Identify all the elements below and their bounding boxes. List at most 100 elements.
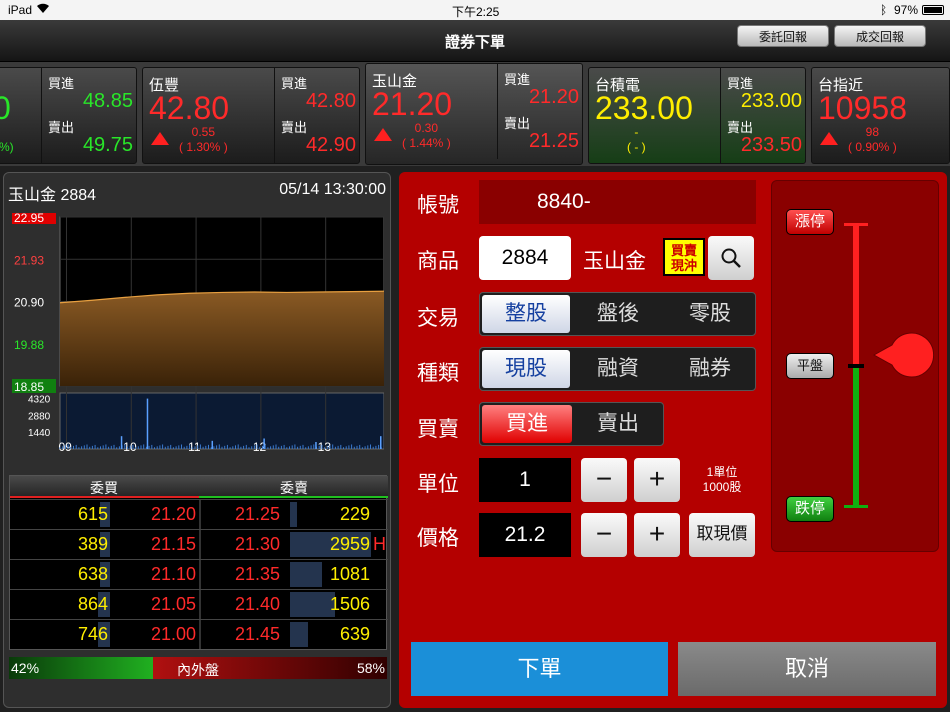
- daytrade-badge[interactable]: 買賣 現沖: [663, 238, 705, 276]
- limit-down-button[interactable]: 跌停: [786, 496, 834, 522]
- order-book-header: 委買 委賣: [10, 476, 388, 498]
- ticker-card-selected[interactable]: 玉山金 21.20 0.30( 1.44% ) 買進 21.20 賣出 21.2…: [365, 63, 583, 165]
- bid-price: 21.00: [150, 624, 196, 644]
- type-opt-margin[interactable]: 融資: [572, 348, 664, 390]
- trade-opt-afterhours[interactable]: 盤後: [572, 293, 664, 335]
- bid-price: 21.15: [150, 534, 196, 554]
- up-arrow-icon: [151, 132, 169, 145]
- unit-plus-button[interactable]: +: [634, 458, 680, 502]
- in-out-label: 內外盤: [177, 662, 219, 678]
- intraday-chart[interactable]: 22.9521.9320.9019.8818.8509 10 11 12 1343202…: [12, 213, 384, 453]
- order-book-row[interactable]: 615 21.20 21.25 229: [10, 499, 388, 529]
- ticker-price: 10958: [818, 90, 907, 126]
- ticker-price: 42.80: [149, 90, 230, 126]
- unit-minus-button[interactable]: −: [581, 458, 627, 502]
- bid-price: 21.05: [150, 594, 196, 614]
- sell-label: 賣出: [281, 120, 308, 135]
- ticker-price: 21.20: [372, 86, 453, 122]
- trade-label: 交易: [417, 307, 459, 330]
- sell-label: 賣出: [48, 120, 75, 135]
- high-marker: H: [373, 534, 386, 554]
- search-button[interactable]: [708, 236, 754, 280]
- clock: 下午2:25: [452, 5, 500, 19]
- quote-datetime: 05/14 13:30:00: [279, 181, 386, 198]
- side-segment[interactable]: 買進 賣出: [479, 402, 664, 446]
- unit-label: 單位: [417, 473, 459, 496]
- type-label: 種類: [417, 362, 459, 385]
- volume-tick-label: 4320: [28, 395, 51, 406]
- order-book-row[interactable]: 638 21.10 21.35 1081: [10, 559, 388, 589]
- order-book: 委買 委賣 615 21.20 21.25 229 389 21.15 21.30 2959 H…: [9, 475, 388, 650]
- ticker-strip[interactable]: 0 %) 買進 48.85 賣出 49.75 伍豐 42.80 0.55( 1.…: [0, 62, 950, 166]
- ask-qty: 1081: [329, 564, 370, 584]
- inner-pct: 42%: [11, 660, 40, 676]
- product-label: 商品: [417, 250, 459, 273]
- ticker-change: 98( 0.90% ): [848, 125, 897, 154]
- ask-qty: 229: [339, 504, 370, 524]
- product-code-input[interactable]: 2884: [479, 236, 571, 280]
- flat-button[interactable]: 平盤: [786, 353, 834, 379]
- type-opt-short[interactable]: 融券: [664, 348, 756, 390]
- ask-price: 21.30: [235, 534, 281, 554]
- type-opt-cash[interactable]: 現股: [482, 350, 570, 388]
- y-tick-label: 18.85: [14, 380, 44, 394]
- ticker-card[interactable]: 台積電 233.00 -( - ) 買進 233.00 賣出 233.50: [588, 67, 806, 164]
- fill-report-button[interactable]: 成交回報: [834, 25, 926, 47]
- y-tick-label: 22.95: [14, 213, 44, 225]
- ask-qty: 2959: [329, 534, 370, 554]
- order-report-button[interactable]: 委託回報: [737, 25, 829, 47]
- account-field[interactable]: 8840-: [479, 180, 756, 224]
- up-arrow-icon: [374, 128, 392, 141]
- ticker-change-pct: %): [0, 140, 14, 154]
- battery-icon: [922, 5, 944, 15]
- ask-depth-bar: [290, 562, 322, 587]
- price-input[interactable]: 21.2: [479, 513, 571, 557]
- order-book-row[interactable]: 864 21.05 21.40 1506: [10, 589, 388, 619]
- order-book-row[interactable]: 389 21.15 21.30 2959 H: [10, 529, 388, 559]
- ask-depth-bar: [290, 622, 308, 647]
- sell-label: 賣出: [504, 116, 531, 131]
- ask-price: 21.25: [235, 504, 281, 524]
- order-book-row[interactable]: 746 21.00 21.45 639: [10, 619, 388, 649]
- buy-label: 買進: [504, 72, 531, 87]
- submit-order-button[interactable]: 下單: [411, 642, 668, 696]
- cancel-button[interactable]: 取消: [678, 642, 936, 696]
- buy-price: 21.20: [528, 86, 579, 108]
- sell-price: 49.75: [82, 134, 133, 156]
- order-book-divider: [199, 560, 201, 589]
- price-pointer-icon[interactable]: [872, 331, 934, 379]
- ask-price: 21.35: [235, 564, 281, 584]
- price-limit-slider[interactable]: 漲停 平盤 跌停: [771, 180, 939, 552]
- get-current-price-button[interactable]: 取現價: [689, 513, 755, 557]
- type-segment[interactable]: 現股 融資 融券: [479, 347, 756, 391]
- sell-price: 21.25: [528, 130, 579, 152]
- price-area: [60, 291, 384, 386]
- outer-pct: 58%: [356, 660, 385, 676]
- bid-qty: 638: [77, 564, 108, 584]
- side-sell[interactable]: 賣出: [572, 403, 664, 445]
- ticker-change: 0.30( 1.44% ): [402, 121, 451, 150]
- trade-opt-whole[interactable]: 整股: [482, 295, 570, 333]
- ask-price: 21.45: [235, 624, 281, 644]
- limit-up-track: [853, 224, 859, 365]
- ticker-card[interactable]: 伍豐 42.80 0.55( 1.30% ) 買進 42.80 賣出 42.90: [142, 67, 360, 164]
- buy-price: 48.85: [82, 90, 133, 112]
- limit-up-button[interactable]: 漲停: [786, 209, 834, 235]
- price-minus-button[interactable]: −: [581, 513, 627, 557]
- side-buy[interactable]: 買進: [482, 405, 572, 443]
- volume-tick-label: 1440: [28, 428, 51, 439]
- ticker-card[interactable]: 台指近 10958 98( 0.90% ): [811, 67, 950, 164]
- unit-input[interactable]: 1: [479, 458, 571, 502]
- nav-bar: 證券下單 委託回報 成交回報: [0, 20, 950, 62]
- y-tick-label: 19.88: [14, 338, 44, 352]
- wifi-icon: [36, 3, 50, 17]
- ticker-bidask: 買進 42.80 賣出 42.90: [274, 68, 360, 163]
- price-plus-button[interactable]: +: [634, 513, 680, 557]
- ticker-bidask: 買進 48.85 賣出 49.75: [41, 68, 137, 163]
- trade-segment[interactable]: 整股 盤後 零股: [479, 292, 756, 336]
- bid-qty: 615: [77, 504, 108, 524]
- order-book-divider: [199, 620, 201, 649]
- trade-opt-odd[interactable]: 零股: [664, 293, 756, 335]
- ticker-card[interactable]: 0 %) 買進 48.85 賣出 49.75: [0, 67, 137, 164]
- sell-price: 233.50: [740, 134, 802, 156]
